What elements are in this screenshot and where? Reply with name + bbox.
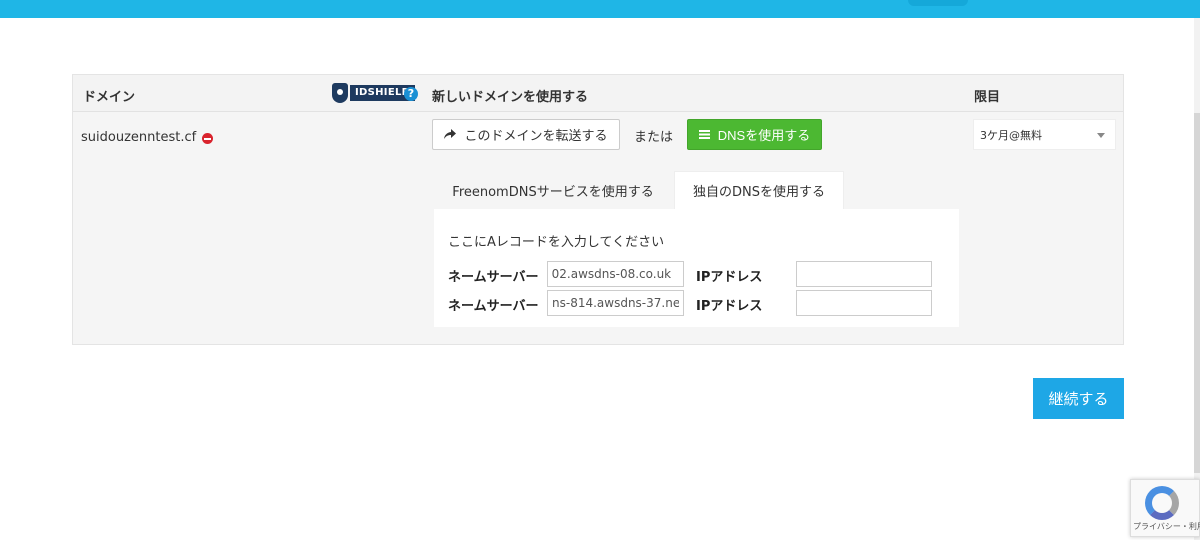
tab-freenom-dns-label: FreenomDNSサービスを使用する — [452, 184, 654, 200]
domain-name: suidouzenntest.cf — [81, 130, 197, 145]
or-text: または — [634, 130, 674, 145]
nameserver-input-1[interactable] — [547, 261, 684, 287]
ip-address-label: IPアドレス — [696, 299, 763, 314]
scrollbar-thumb[interactable] — [1194, 113, 1200, 473]
recaptcha-badge[interactable]: プライバシー・利用規約 — [1130, 479, 1200, 537]
a-record-instruction: ここにAレコードを入力してください — [448, 235, 665, 250]
shield-icon — [332, 83, 348, 103]
ip-address-input-2[interactable] — [796, 290, 932, 316]
ip-address-input-1[interactable] — [796, 261, 932, 287]
own-dns-panel: ここにAレコードを入力してください ネームサーバー IPアドレス ネームサーバー… — [434, 209, 959, 327]
top-bar-decoration — [908, 0, 968, 6]
table-header: ドメイン IDSHIELD ? 新しいドメインを使用する 限目 — [73, 75, 1123, 112]
scrollbar[interactable] — [1194, 18, 1200, 540]
domain-panel: ドメイン IDSHIELD ? 新しいドメインを使用する 限目 suidouze… — [72, 74, 1124, 345]
list-icon — [698, 130, 710, 139]
nameserver-input-2[interactable] — [547, 290, 684, 316]
idshield-logo: IDSHIELD — [332, 82, 416, 104]
period-selected-value: 3ケ月@無料 — [980, 129, 1042, 142]
period-select[interactable]: 3ケ月@無料 — [973, 119, 1116, 150]
recaptcha-icon — [1145, 486, 1179, 520]
continue-button[interactable]: 継続する — [1033, 378, 1124, 419]
tab-own-dns[interactable]: 独自のDNSを使用する — [674, 171, 844, 209]
top-bar — [0, 0, 1200, 18]
help-icon[interactable]: ? — [404, 87, 418, 101]
nameserver-label: ネームサーバー — [448, 270, 539, 285]
tab-own-dns-label: 独自のDNSを使用する — [693, 185, 825, 200]
header-domain: ドメイン — [83, 90, 136, 105]
remove-icon[interactable] — [202, 133, 213, 144]
header-new-domain: 新しいドメインを使用する — [432, 90, 589, 105]
share-arrow-icon — [444, 129, 457, 139]
nameserver-row: ネームサーバー IPアドレス — [448, 290, 948, 316]
use-dns-label: DNSを使用する — [717, 128, 811, 143]
tab-freenom-dns[interactable]: FreenomDNSサービスを使用する — [434, 171, 672, 209]
ip-address-label: IPアドレス — [696, 270, 763, 285]
forward-domain-label: このドメインを転送する — [464, 128, 608, 143]
nameserver-row: ネームサーバー IPアドレス — [448, 261, 948, 287]
forward-domain-button[interactable]: このドメインを転送する — [432, 119, 620, 150]
use-dns-button[interactable]: DNSを使用する — [687, 119, 822, 150]
nameserver-label: ネームサーバー — [448, 299, 539, 314]
recaptcha-privacy-terms[interactable]: プライバシー・利用規約 — [1133, 522, 1200, 531]
chevron-down-icon — [1097, 133, 1105, 138]
header-period: 限目 — [974, 90, 1001, 105]
